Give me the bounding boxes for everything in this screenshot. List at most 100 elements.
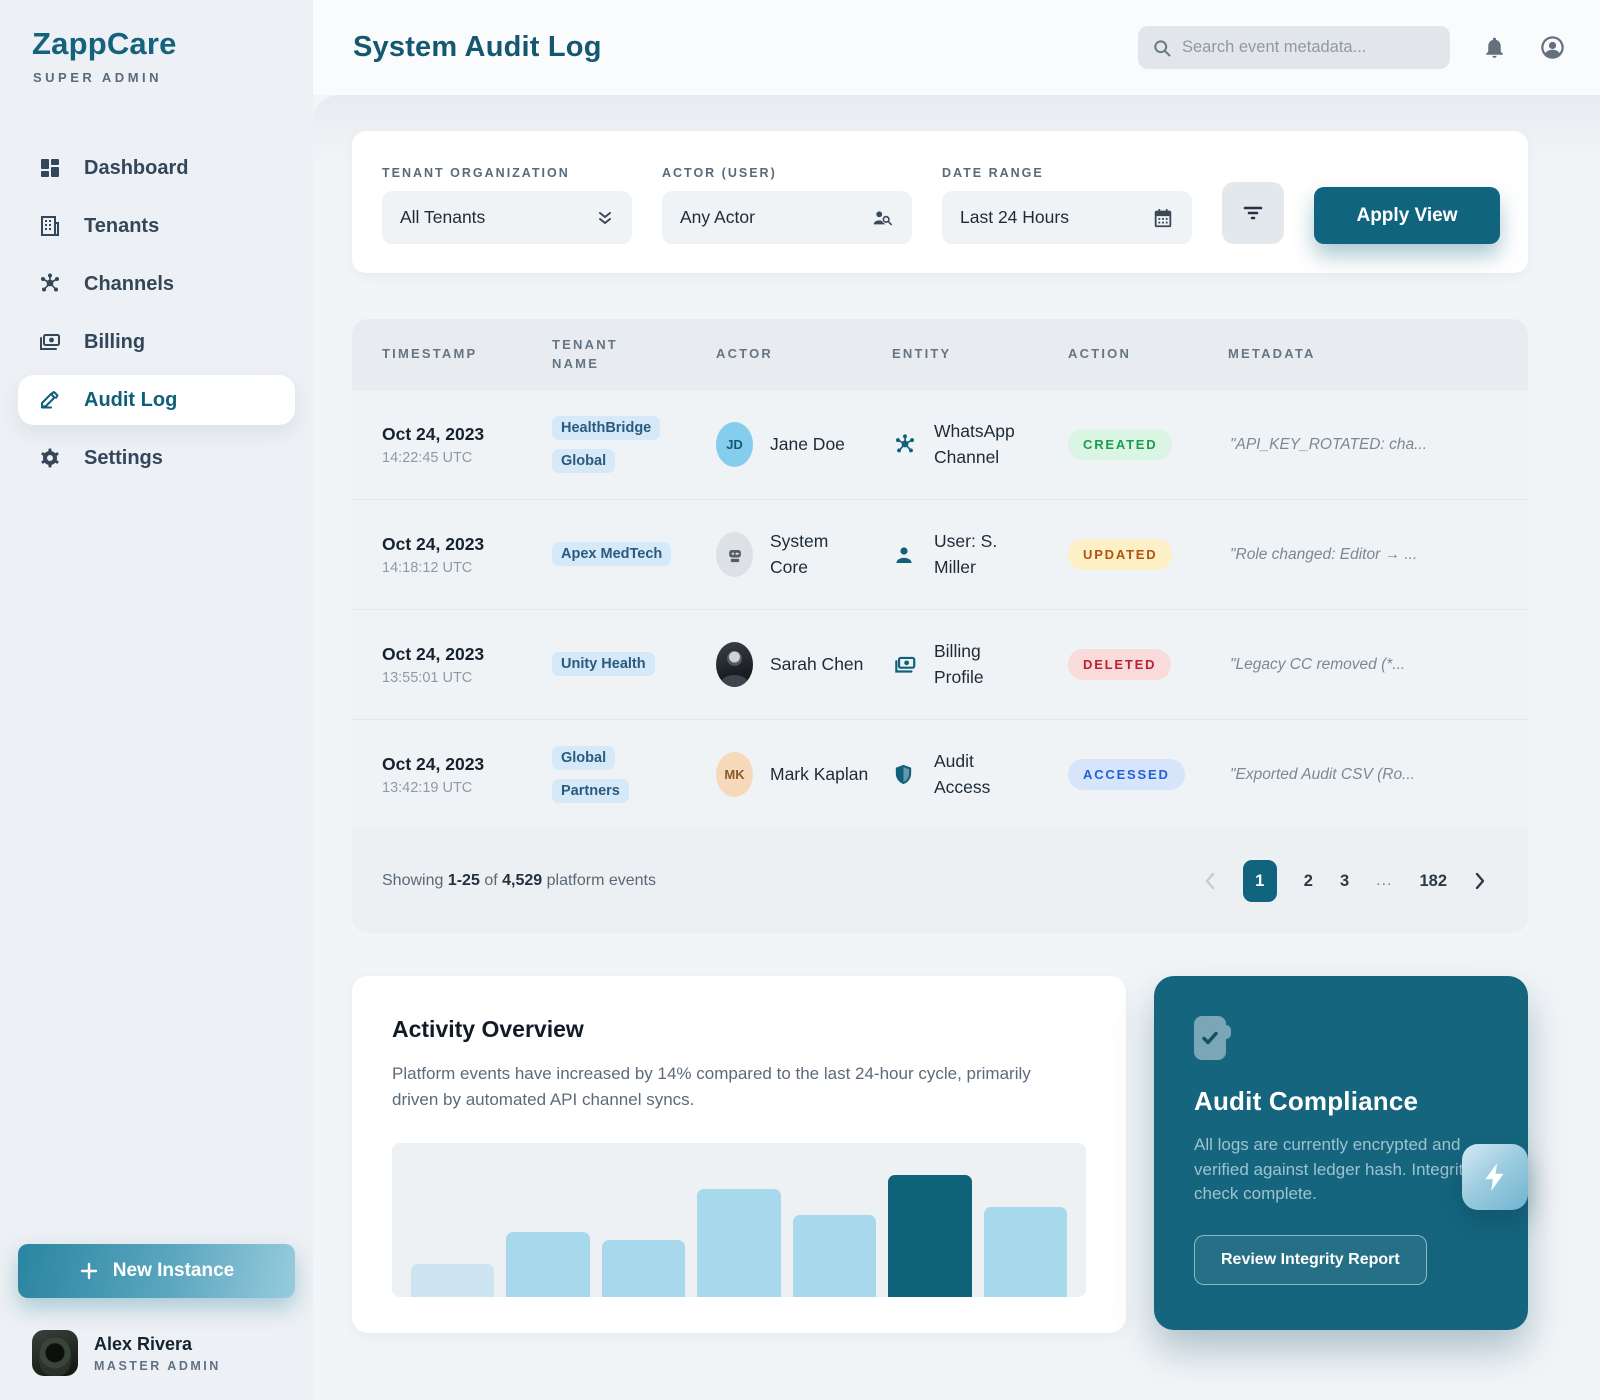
- filter-bar: TENANT ORGANIZATION All Tenants ACTOR (U…: [352, 131, 1528, 273]
- activity-overview-card: Activity Overview Platform events have i…: [352, 976, 1126, 1333]
- avatar: JD: [716, 422, 753, 467]
- sidebar-item-label: Audit Log: [84, 389, 177, 412]
- app-logo: ZappCare: [18, 26, 295, 62]
- notifications-bell-icon[interactable]: [1482, 35, 1507, 60]
- tenant-pill: HealthBridge Global: [552, 416, 660, 473]
- tenant-filter-label: TENANT ORGANIZATION: [382, 166, 632, 180]
- dashboard-icon: [38, 156, 62, 180]
- col-header-actor: ACTOR: [716, 344, 892, 364]
- photo-avatar: [716, 642, 753, 687]
- date-filter-label: DATE RANGE: [942, 166, 1192, 180]
- activity-title: Activity Overview: [392, 1016, 1086, 1043]
- search-box[interactable]: [1138, 26, 1450, 69]
- row-date: Oct 24, 2023: [382, 424, 552, 445]
- col-header-metadata: METADATA: [1228, 344, 1498, 364]
- page-button-2[interactable]: 2: [1304, 872, 1313, 891]
- search-input[interactable]: [1182, 38, 1436, 57]
- hub-icon: [38, 272, 62, 296]
- row-date: Oct 24, 2023: [382, 534, 552, 555]
- apply-view-button[interactable]: Apply View: [1314, 187, 1500, 244]
- pagination: 1 2 3 ... 182: [1204, 860, 1486, 902]
- table-row[interactable]: Oct 24, 2023 13:42:19 UTC Global Partner…: [352, 719, 1528, 829]
- row-date: Oct 24, 2023: [382, 644, 552, 665]
- actor-filter-select[interactable]: Any Actor: [662, 191, 912, 244]
- sidebar-item-tenants[interactable]: Tenants: [18, 201, 295, 251]
- bolt-fab-button[interactable]: [1462, 1144, 1528, 1210]
- next-page-chevron-icon[interactable]: [1474, 872, 1486, 890]
- shield-icon: [892, 762, 918, 787]
- chart-bar: [697, 1189, 780, 1297]
- robot-avatar-icon: [716, 532, 753, 577]
- sidebar-item-settings[interactable]: Settings: [18, 433, 295, 483]
- calendar-icon: [1152, 207, 1174, 229]
- filter-options-button[interactable]: [1222, 182, 1284, 244]
- col-header-action: ACTION: [1068, 344, 1228, 364]
- content: TENANT ORGANIZATION All Tenants ACTOR (U…: [313, 95, 1600, 1400]
- chart-bar: [888, 1175, 971, 1297]
- col-header-tenant: TENANT NAME: [552, 335, 662, 374]
- sidebar-item-channels[interactable]: Channels: [18, 259, 295, 309]
- chart-bar: [506, 1232, 589, 1297]
- entity-name: User: S. Miller: [934, 529, 1034, 580]
- chart-bar: [984, 1207, 1067, 1296]
- sidebar-item-billing[interactable]: Billing: [18, 317, 295, 367]
- new-instance-label: New Instance: [113, 1260, 234, 1282]
- tenant-pill: Apex MedTech: [552, 542, 671, 566]
- new-instance-button[interactable]: New Instance: [18, 1244, 295, 1298]
- double-chevron-down-icon: [596, 210, 614, 226]
- page-title: System Audit Log: [353, 31, 602, 64]
- entity-name: Audit Access: [934, 749, 1034, 800]
- account-icon[interactable]: [1539, 34, 1566, 61]
- row-date: Oct 24, 2023: [382, 754, 552, 775]
- page-button-182[interactable]: 182: [1419, 872, 1447, 891]
- row-time: 13:55:01 UTC: [382, 670, 552, 686]
- table-row[interactable]: Oct 24, 2023 14:22:45 UTC HealthBridge G…: [352, 389, 1528, 499]
- page-button-1[interactable]: 1: [1243, 860, 1277, 902]
- sidebar-item-audit-log[interactable]: Audit Log: [18, 375, 295, 425]
- page-ellipsis: ...: [1376, 872, 1392, 890]
- sidebar-item-label: Dashboard: [84, 157, 188, 180]
- banknote-icon: [38, 330, 62, 354]
- main-area: System Audit Log TENANT ORGANIZATION All: [313, 0, 1600, 1400]
- table-header-row: TIMESTAMP TENANT NAME ACTOR ENTITY ACTIO…: [352, 319, 1528, 389]
- gear-icon: [38, 446, 62, 470]
- activity-bar-chart: [392, 1143, 1086, 1297]
- tenant-filter-select[interactable]: All Tenants: [382, 191, 632, 244]
- row-time: 14:18:12 UTC: [382, 560, 552, 576]
- sidebar-item-dashboard[interactable]: Dashboard: [18, 143, 295, 193]
- date-filter-value: Last 24 Hours: [960, 207, 1069, 228]
- search-icon: [1152, 38, 1172, 58]
- actor-filter-label: ACTOR (USER): [662, 166, 912, 180]
- page-button-3[interactable]: 3: [1340, 872, 1349, 891]
- metadata-text: "Role changed: Editor → ...: [1228, 546, 1498, 564]
- metadata-text: "API_KEY_ROTATED: cha...: [1228, 436, 1498, 454]
- tenant-pill: Unity Health: [552, 652, 655, 676]
- hub-icon: [892, 432, 918, 458]
- actor-filter-value: Any Actor: [680, 207, 755, 228]
- table-row[interactable]: Oct 24, 2023 13:55:01 UTC Unity Health S…: [352, 609, 1528, 719]
- compliance-description: All logs are currently encrypted and ver…: [1194, 1133, 1484, 1207]
- metadata-text: "Legacy CC removed (*...: [1228, 656, 1498, 674]
- quill-icon: [38, 388, 62, 412]
- compliance-title: Audit Compliance: [1194, 1086, 1488, 1117]
- date-filter-select[interactable]: Last 24 Hours: [942, 191, 1192, 244]
- action-badge: ACCESSED: [1068, 759, 1185, 790]
- audit-compliance-card: Audit Compliance All logs are currently …: [1154, 976, 1528, 1330]
- user-name: Alex Rivera: [94, 1334, 221, 1355]
- chart-bar: [411, 1264, 494, 1296]
- filter-lines-icon: [1242, 204, 1264, 222]
- entity-name: Billing Profile: [934, 639, 1034, 690]
- table-row[interactable]: Oct 24, 2023 14:18:12 UTC Apex MedTech S…: [352, 499, 1528, 609]
- metadata-text: "Exported Audit CSV (Ro...: [1228, 766, 1498, 784]
- prev-page-chevron-icon[interactable]: [1204, 872, 1216, 890]
- sidebar-item-label: Billing: [84, 331, 145, 354]
- current-user[interactable]: Alex Rivera MASTER ADMIN: [18, 1330, 295, 1376]
- sidebar: ZappCare SUPER ADMIN Dashboard Tenants C…: [0, 0, 313, 1400]
- action-badge: UPDATED: [1068, 539, 1172, 570]
- sidebar-item-label: Channels: [84, 273, 174, 296]
- tenant-filter-value: All Tenants: [400, 207, 485, 228]
- banknote-icon: [892, 652, 918, 678]
- sidebar-nav: Dashboard Tenants Channels Billing Audit…: [18, 143, 295, 483]
- app-subtitle: SUPER ADMIN: [18, 70, 295, 85]
- review-integrity-report-button[interactable]: Review Integrity Report: [1194, 1235, 1427, 1285]
